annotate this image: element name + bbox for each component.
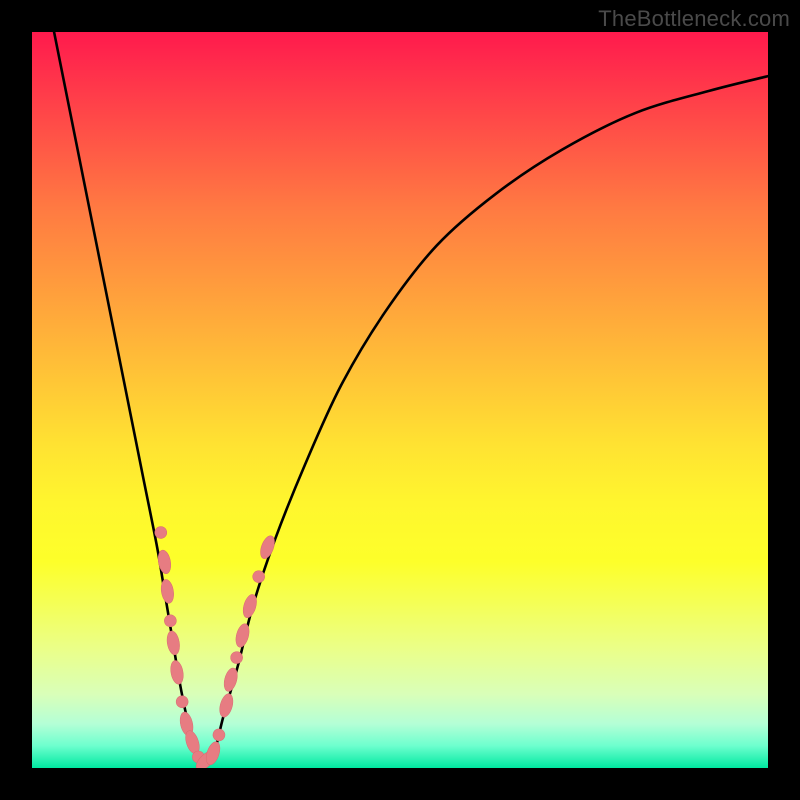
plot-area: [32, 32, 768, 768]
data-marker: [217, 692, 235, 718]
data-marker: [165, 630, 181, 656]
data-marker: [175, 695, 189, 709]
data-marker: [163, 614, 177, 628]
data-marker: [169, 659, 185, 685]
data-marker: [211, 727, 226, 742]
watermark-text: TheBottleneck.com: [598, 6, 790, 32]
bottleneck-curve: [54, 32, 768, 762]
chart-overlay: [32, 32, 768, 768]
chart-frame: TheBottleneck.com: [0, 0, 800, 800]
